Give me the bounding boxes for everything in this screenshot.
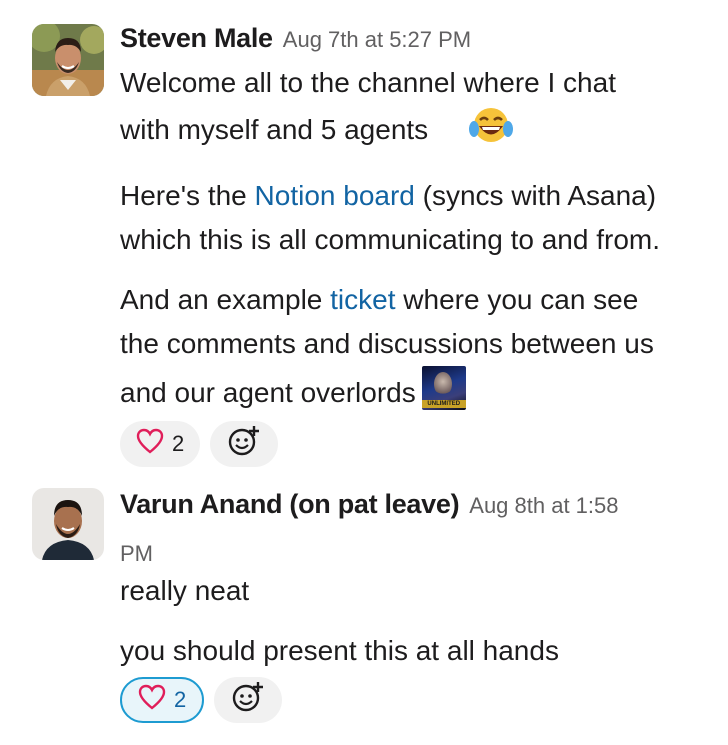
message-text: Here's the [120,180,255,211]
add-reaction-button[interactable] [210,421,279,467]
message-header: Steven Male Aug 7th at 5:27 PM [120,20,708,61]
reactions-bar: 2 [120,677,708,723]
reaction-count: 2 [174,687,187,712]
custom-emoji-caption: UNLIMITED [421,400,466,408]
avatar-steven[interactable] [32,24,104,96]
message-text: And an example [120,284,331,315]
add-reaction-button[interactable] [214,677,283,723]
heart-icon [136,428,164,460]
heart-icon [138,684,166,716]
message-header: Varun Anand (on pat leave) Aug 8th at 1:5… [120,486,708,527]
message-text: the comments and discussions between us [120,328,654,359]
ticket-link[interactable]: ticket [330,284,395,315]
message-text: you should present this at all hands [120,635,559,666]
add-emoji-icon [227,424,261,464]
notion-board-link[interactable]: Notion board [255,180,415,211]
timestamp-continued[interactable]: PM [120,539,708,569]
message-text: which this is all communicating to and f… [120,224,660,255]
heart-reaction-button[interactable]: 2 [120,677,205,723]
heart-reaction-button[interactable]: 2 [120,421,201,467]
unlimited-custom-emoji-icon: UNLIMITED [421,366,466,410]
message-text: where you can see [395,284,639,315]
add-emoji-icon [231,680,265,720]
message-text: Welcome all to the channel where I chat [120,67,616,98]
message-paragraph: Here's the Notion board (syncs with Asan… [120,174,708,262]
message-text: with myself and 5 agents [120,113,429,145]
message-text: really neat [120,575,250,606]
author-name[interactable]: Varun Anand (on pat leave) [120,489,460,519]
message-text: and our agent overlords [120,377,416,408]
avatar-varun[interactable] [32,488,104,560]
message-paragraph: Welcome all to the channel where I chat … [120,61,708,158]
joy-emoji-icon [468,105,514,158]
reactions-bar: 2 [120,421,708,467]
message-paragraph: And an example ticket where you can see … [120,278,708,415]
timestamp[interactable]: Aug 8th at 1:58 [469,493,618,518]
timestamp[interactable]: Aug 7th at 5:27 PM [283,27,471,52]
reaction-count: 2 [172,431,185,456]
message-text: (syncs with Asana) [414,180,657,211]
author-name[interactable]: Steven Male [120,23,273,53]
